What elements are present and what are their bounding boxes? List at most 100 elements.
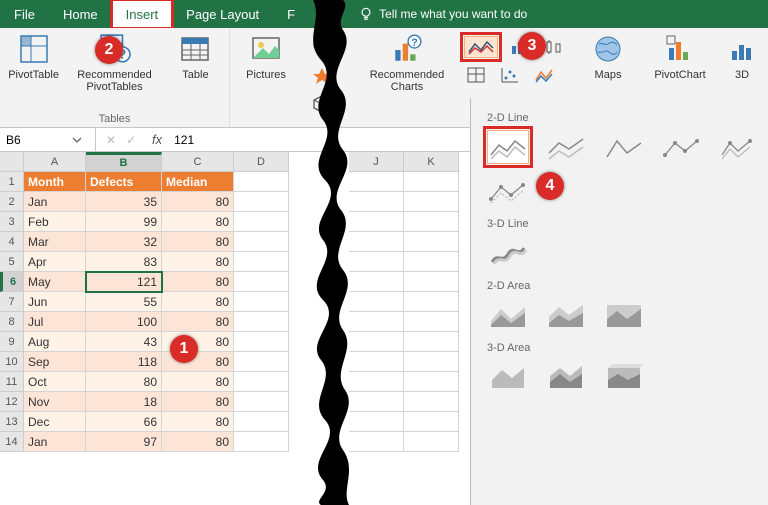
line-chart-basic[interactable] <box>487 130 529 164</box>
col-header-a[interactable]: A <box>24 152 86 172</box>
cell[interactable]: 66 <box>86 412 162 432</box>
cell[interactable]: 97 <box>86 432 162 452</box>
col-header-k[interactable]: K <box>404 152 459 172</box>
cell[interactable] <box>349 292 404 312</box>
cell[interactable] <box>404 432 459 452</box>
line-chart-stacked-markers[interactable] <box>719 130 753 164</box>
tab-insert[interactable]: Insert <box>112 0 173 28</box>
cell[interactable] <box>234 432 289 452</box>
cell[interactable]: 43 <box>86 332 162 352</box>
cell[interactable] <box>349 272 404 292</box>
cell[interactable]: Jul <box>24 312 86 332</box>
cell[interactable] <box>234 212 289 232</box>
cell[interactable]: 80 <box>162 372 234 392</box>
cell[interactable] <box>234 372 289 392</box>
cell[interactable] <box>404 272 459 292</box>
models-icon[interactable] <box>310 92 334 114</box>
cell[interactable]: 80 <box>162 252 234 272</box>
formula-input[interactable] <box>174 133 274 147</box>
col-header-d[interactable]: D <box>234 152 289 172</box>
cell[interactable] <box>349 232 404 252</box>
cell[interactable]: 80 <box>162 292 234 312</box>
insert-surface-chart-button[interactable] <box>532 64 556 86</box>
recommended-charts-button[interactable]: ? Recommended Charts <box>362 32 452 93</box>
cell[interactable] <box>349 372 404 392</box>
cell[interactable] <box>234 292 289 312</box>
cell[interactable] <box>404 392 459 412</box>
select-all-triangle[interactable] <box>0 152 24 172</box>
cell[interactable]: 100 <box>86 312 162 332</box>
cell[interactable]: 80 <box>162 192 234 212</box>
cell[interactable]: May <box>24 272 86 292</box>
cell[interactable] <box>234 352 289 372</box>
row-header[interactable]: 9 <box>0 332 24 352</box>
pivotchart-button[interactable]: PivotChart <box>650 32 710 81</box>
row-header[interactable]: 6 <box>0 272 24 292</box>
area-2d-stacked[interactable] <box>545 298 587 332</box>
col-header-j[interactable]: J <box>349 152 404 172</box>
cell[interactable] <box>404 232 459 252</box>
cell[interactable]: 80 <box>162 272 234 292</box>
cell[interactable]: Feb <box>24 212 86 232</box>
fx-icon[interactable]: fx <box>152 132 168 148</box>
cell[interactable]: 80 <box>162 412 234 432</box>
cell[interactable]: Jun <box>24 292 86 312</box>
cell[interactable] <box>349 352 404 372</box>
row-header[interactable]: 8 <box>0 312 24 332</box>
line-3d[interactable] <box>487 236 529 270</box>
insert-hierarchy-chart-button[interactable] <box>464 64 488 86</box>
cell[interactable] <box>349 212 404 232</box>
cell[interactable]: 118 <box>86 352 162 372</box>
cell[interactable] <box>349 172 404 192</box>
row-header[interactable]: 14 <box>0 432 24 452</box>
pivottable-button[interactable]: PivotTable <box>6 32 61 81</box>
cell[interactable] <box>404 352 459 372</box>
cell[interactable]: Aug <box>24 332 86 352</box>
cell[interactable]: Sep <box>24 352 86 372</box>
cell[interactable]: Nov <box>24 392 86 412</box>
area-3d[interactable] <box>487 360 529 394</box>
row-header[interactable]: 4 <box>0 232 24 252</box>
cell[interactable] <box>349 412 404 432</box>
cell[interactable]: 80 <box>162 432 234 452</box>
tab-page-layout[interactable]: Page Layout <box>172 0 273 28</box>
cell[interactable]: 35 <box>86 192 162 212</box>
row-header[interactable]: 11 <box>0 372 24 392</box>
cell[interactable] <box>234 312 289 332</box>
cell[interactable] <box>349 432 404 452</box>
column-header-defects[interactable]: Defects <box>86 172 162 192</box>
cell[interactable] <box>349 252 404 272</box>
cell[interactable] <box>404 172 459 192</box>
table-button[interactable]: Table <box>168 32 223 81</box>
tab-home[interactable]: Home <box>49 0 112 28</box>
active-cell[interactable]: 121 <box>86 272 162 292</box>
row-header[interactable]: 1 <box>0 172 24 192</box>
cell[interactable]: Jan <box>24 432 86 452</box>
cell[interactable] <box>404 312 459 332</box>
name-box-input[interactable] <box>6 133 66 147</box>
tab-truncated[interactable]: F <box>273 0 309 28</box>
cancel-formula-icon[interactable]: ✕ <box>106 133 116 147</box>
row-header[interactable]: 13 <box>0 412 24 432</box>
line-chart-100-stacked[interactable] <box>603 130 645 164</box>
cell[interactable] <box>349 312 404 332</box>
cell[interactable] <box>404 252 459 272</box>
cell[interactable] <box>349 192 404 212</box>
row-header[interactable]: 5 <box>0 252 24 272</box>
cell[interactable]: 80 <box>162 232 234 252</box>
cell[interactable]: Jan <box>24 192 86 212</box>
cell[interactable] <box>404 292 459 312</box>
insert-line-chart-button[interactable] <box>464 36 498 58</box>
shapes-icon[interactable] <box>310 36 334 58</box>
line-chart-stacked[interactable] <box>545 130 587 164</box>
tell-me-search[interactable]: Tell me what you want to do <box>359 0 527 28</box>
cell[interactable] <box>234 272 289 292</box>
cell[interactable]: Dec <box>24 412 86 432</box>
cell[interactable] <box>404 332 459 352</box>
cell[interactable] <box>234 172 289 192</box>
cell[interactable] <box>234 412 289 432</box>
cell[interactable]: 80 <box>162 212 234 232</box>
cell[interactable]: Apr <box>24 252 86 272</box>
cell[interactable]: 80 <box>86 372 162 392</box>
column-header-month[interactable]: Month <box>24 172 86 192</box>
